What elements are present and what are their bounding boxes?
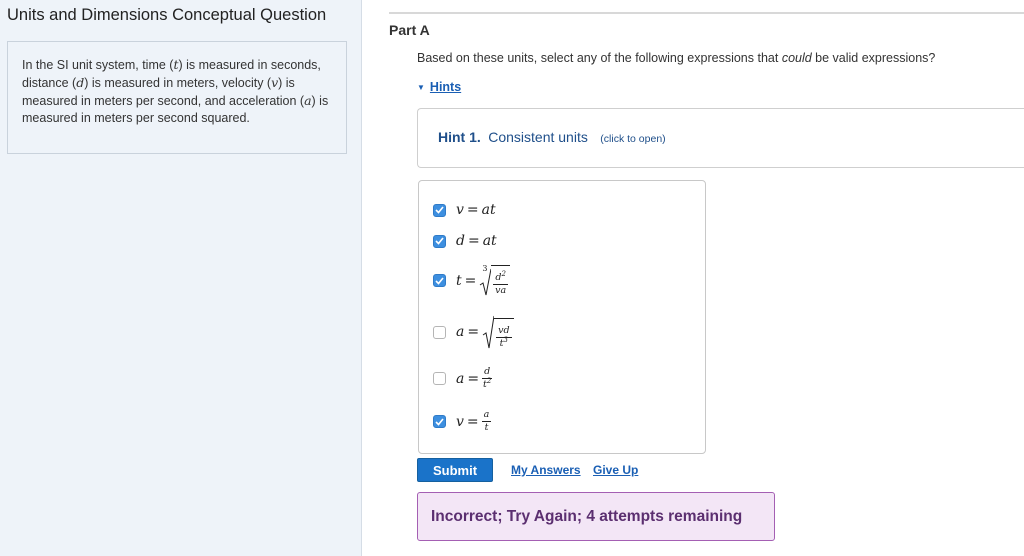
- option-1-checkbox[interactable]: [433, 203, 446, 217]
- option-2[interactable]: d = at: [433, 233, 497, 249]
- square-root: vd t3: [482, 315, 514, 349]
- option-2-expression: d = at: [456, 233, 497, 249]
- hints-toggle[interactable]: ▼ Hints: [417, 80, 461, 94]
- option-3-expression: t = 3 d2 va: [456, 264, 510, 296]
- option-1[interactable]: v = at: [433, 202, 496, 218]
- question-post: be valid expressions?: [811, 51, 936, 65]
- check-icon: [435, 417, 444, 426]
- hint-number: Hint 1.: [438, 129, 481, 145]
- part-panel: Part A Based on these units, select any …: [362, 0, 1024, 556]
- hints-label: Hints: [429, 80, 462, 94]
- question-text: Based on these units, select any of the …: [417, 51, 935, 65]
- question-emphasis: could: [781, 51, 812, 65]
- option-6-expression: v = at: [456, 409, 492, 433]
- problem-sidebar: Units and Dimensions Conceptual Question…: [0, 0, 362, 556]
- var-a: a: [304, 93, 312, 108]
- option-4-checkbox[interactable]: [433, 325, 446, 339]
- hint-title: Consistent units: [488, 129, 588, 145]
- option-4[interactable]: a = vd t3: [433, 315, 514, 349]
- option-4-expression: a = vd t3: [456, 315, 514, 349]
- option-6-checkbox[interactable]: [433, 415, 446, 428]
- divider: [389, 12, 1024, 14]
- option-6[interactable]: v = at: [433, 409, 492, 433]
- check-icon: [435, 237, 444, 245]
- option-5-expression: a = d t2: [456, 366, 493, 390]
- my-answers-link[interactable]: My Answers: [511, 463, 581, 477]
- option-3[interactable]: t = 3 d2 va: [433, 264, 510, 296]
- part-label: Part A: [389, 22, 430, 38]
- option-5-checkbox[interactable]: [433, 372, 446, 385]
- option-5[interactable]: a = d t2: [433, 366, 493, 390]
- cube-root: 3 d2 va: [479, 264, 510, 296]
- check-icon: [435, 206, 444, 214]
- answer-options: v = at d = at t = 3 d2 va a = vd t3 a = …: [418, 180, 706, 454]
- check-icon: [435, 276, 444, 285]
- give-up-link[interactable]: Give Up: [593, 463, 638, 477]
- feedback-message: Incorrect; Try Again; 4 attempts remaini…: [417, 492, 775, 541]
- caret-down-icon: ▼: [417, 83, 425, 92]
- intro-text-1: In the SI unit system, time (: [22, 58, 174, 72]
- problem-intro: In the SI unit system, time (t) is measu…: [7, 41, 347, 154]
- option-3-checkbox[interactable]: [433, 274, 446, 287]
- hint-1[interactable]: Hint 1. Consistent units (click to open): [417, 108, 1024, 168]
- problem-title: Units and Dimensions Conceptual Question: [7, 6, 327, 24]
- option-2-checkbox[interactable]: [433, 234, 446, 248]
- option-1-expression: v = at: [456, 202, 496, 218]
- question-pre: Based on these units, select any of the …: [417, 51, 782, 65]
- submit-button[interactable]: Submit: [417, 458, 493, 482]
- hint-open-text: (click to open): [600, 133, 666, 145]
- intro-text-3: ) is measured in meters, velocity (: [84, 76, 272, 90]
